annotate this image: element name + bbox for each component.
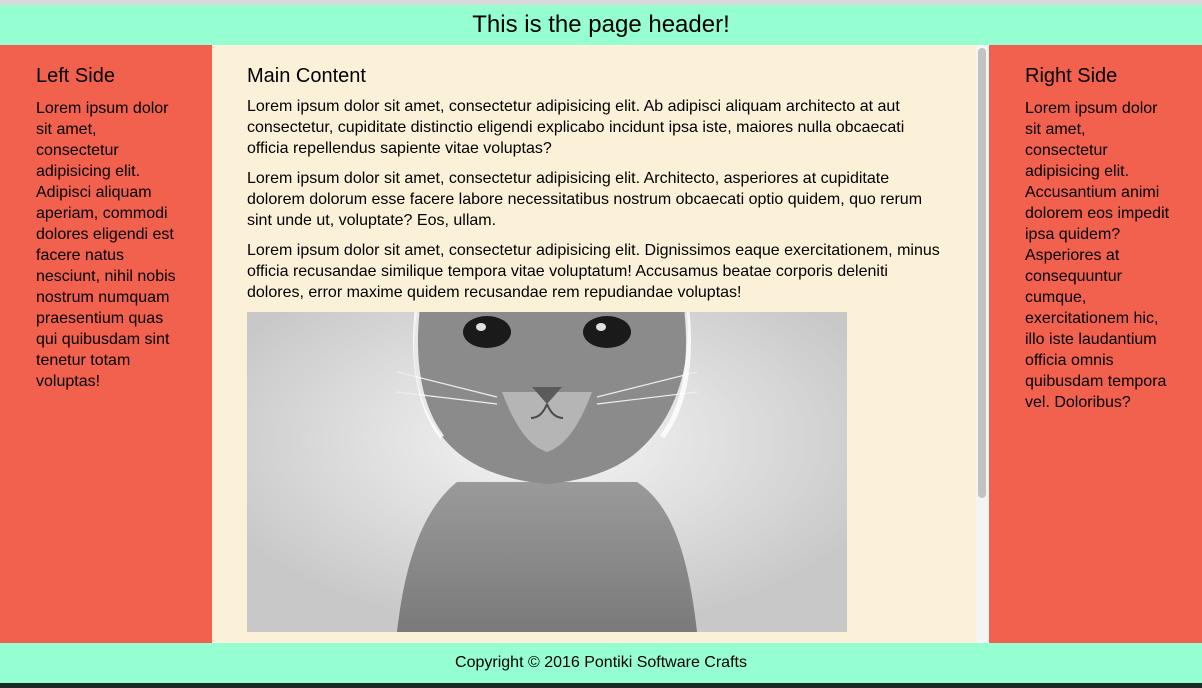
window-bottom-edge xyxy=(0,683,1202,688)
kitten-image xyxy=(247,312,847,632)
main-content-title: Main Content xyxy=(247,65,366,87)
left-sidebar: Left Side Lorem ipsum dolor sit amet, co… xyxy=(0,45,212,643)
page-header: This is the page header! xyxy=(0,5,1202,45)
main-paragraph-3: Lorem ipsum dolor sit amet, consectetur … xyxy=(247,242,940,301)
right-sidebar-title: Right Side xyxy=(1025,65,1118,87)
main-paragraph-2: Lorem ipsum dolor sit amet, consectetur … xyxy=(247,170,923,229)
page-header-title: This is the page header! xyxy=(472,11,730,38)
right-sidebar: Right Side Lorem ipsum dolor sit amet, c… xyxy=(989,45,1202,643)
page-footer: Copyright © 2016 Pontiki Software Crafts xyxy=(0,643,1202,683)
main-scrollbar-thumb[interactable] xyxy=(978,48,986,498)
left-sidebar-title: Left Side xyxy=(36,65,115,87)
left-sidebar-text: Lorem ipsum dolor sit amet, consectetur … xyxy=(36,100,176,390)
main-paragraph-1: Lorem ipsum dolor sit amet, consectetur … xyxy=(247,98,905,157)
main-content: Main Content Lorem ipsum dolor sit amet,… xyxy=(212,45,976,643)
copyright-text: Copyright © 2016 Pontiki Software Crafts xyxy=(455,654,747,671)
right-sidebar-text: Lorem ipsum dolor sit amet, consectetur … xyxy=(1025,100,1170,411)
